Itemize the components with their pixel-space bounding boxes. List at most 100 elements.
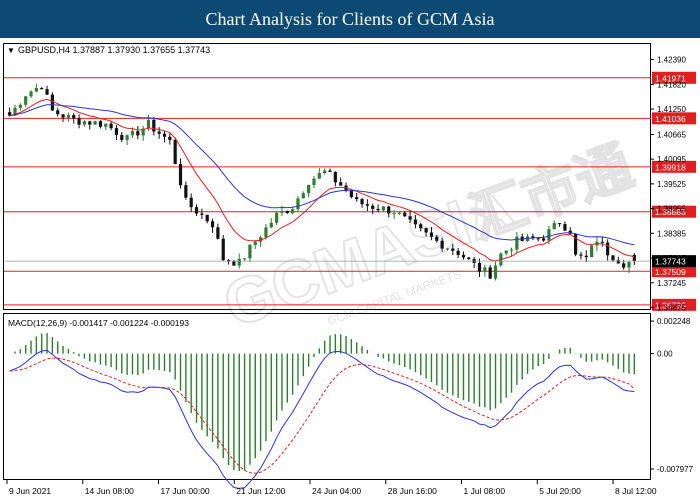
y-tick-label: 1.38955	[657, 205, 686, 214]
candle-body	[504, 250, 508, 254]
candle-body	[606, 242, 610, 256]
candle-body	[72, 115, 76, 119]
x-tick-label: 14 Jun 08:00	[85, 486, 134, 496]
y-tick-label: 1.37245	[657, 279, 686, 288]
candle-body	[413, 219, 418, 225]
symbol-label: GBPUSD,H4 1.37887 1.37930 1.37655 1.3774…	[18, 45, 210, 55]
candle-body	[584, 255, 588, 258]
candle-body	[210, 221, 215, 228]
y-tick-label: 1.40665	[657, 130, 686, 139]
candle-body	[365, 204, 369, 206]
macd-label: MACD(12,26,9) -0.001417 -0.001224 -0.000…	[8, 318, 189, 328]
x-tick-label: 21 Jun 12:00	[236, 486, 285, 496]
candle-body	[82, 121, 87, 125]
candle-body	[312, 178, 316, 185]
candle-body	[627, 262, 631, 268]
candle-body	[424, 228, 428, 233]
current-price-label: 1.37743	[655, 257, 686, 267]
candle-body	[242, 258, 247, 260]
candle-body	[18, 104, 22, 108]
candle-body	[248, 244, 252, 259]
y-tick-label: 1.38385	[657, 229, 686, 238]
candle-body	[333, 171, 337, 183]
candle-body	[189, 197, 193, 208]
candle-body	[194, 207, 199, 214]
candle-body	[29, 91, 33, 97]
candle-body	[56, 110, 60, 115]
candle-body	[371, 205, 375, 209]
candle-body	[125, 135, 129, 140]
x-tick-label: 28 Jun 16:00	[388, 486, 437, 496]
candle-body	[461, 254, 466, 258]
price-chart: GCMASIA 汇市通 GCM CAPITAL MARKETS 1.419711…	[3, 43, 696, 496]
candle-body	[205, 214, 209, 222]
candle-body	[221, 238, 225, 261]
y-tick-label: 1.42390	[657, 56, 686, 65]
y-tick-label: 1.39525	[657, 180, 686, 189]
candle-body	[355, 197, 359, 200]
candle-body	[253, 241, 257, 245]
y-tick-label: 1.36675	[657, 303, 686, 312]
candle-body	[456, 250, 460, 255]
candle-body	[611, 255, 615, 261]
candle-body	[515, 236, 519, 250]
candle-body	[509, 249, 514, 251]
candle-body	[376, 208, 380, 211]
x-tick-label: 9 Jun 2021	[9, 486, 51, 496]
candle-body	[360, 199, 364, 205]
candle-body	[264, 227, 268, 238]
candle-body	[61, 114, 65, 118]
candle-body	[216, 227, 220, 239]
macd-tick-label: 0.00	[657, 350, 673, 359]
candle-body	[622, 263, 626, 268]
candle-body	[162, 133, 167, 137]
candle-body	[232, 261, 236, 266]
level-label: 1.37509	[655, 267, 686, 277]
candle-body	[536, 238, 540, 240]
candle-body	[440, 240, 444, 249]
candle-body	[104, 123, 108, 127]
candle-body	[184, 185, 188, 198]
candle-body	[632, 254, 636, 262]
x-tick-label: 8 Jul 12:00	[615, 486, 657, 496]
candle-body	[66, 115, 70, 118]
candle-body	[392, 213, 396, 215]
candle-body	[200, 213, 204, 215]
time-axis: 9 Jun 2021 14 Jun 08:00 17 Jun 00:00 21 Jun…	[6, 480, 657, 496]
candle-body	[291, 209, 295, 214]
candle-body	[397, 212, 402, 214]
candle-body	[114, 128, 119, 135]
macd-tick-label: -0.007977	[657, 465, 694, 474]
candle-body	[77, 118, 81, 125]
candle-body	[269, 222, 273, 228]
candle-body	[168, 136, 172, 140]
candle-body	[616, 260, 620, 264]
candle-body	[130, 131, 135, 136]
candle-body	[429, 232, 434, 237]
candle-body	[285, 210, 289, 214]
candle-body	[467, 257, 471, 260]
candle-body	[590, 245, 594, 258]
candle-body	[120, 134, 124, 140]
candle-body	[45, 89, 49, 95]
candle-body	[178, 163, 183, 186]
candle-body	[173, 139, 177, 164]
candle-body	[557, 223, 562, 225]
candle-body	[349, 190, 353, 198]
candle-body	[24, 96, 28, 105]
candle-body	[451, 248, 455, 251]
triangle-icon: ▼	[7, 46, 15, 55]
candle-body	[552, 223, 556, 230]
y-tick-label: 1.41250	[657, 105, 686, 114]
candle-body	[563, 224, 567, 231]
macd-tick-label: 0.002248	[657, 317, 691, 326]
candle-body	[280, 210, 284, 213]
candle-body	[275, 212, 279, 223]
candle-body	[152, 119, 156, 132]
candle-body	[419, 224, 423, 229]
candle-body	[493, 265, 498, 279]
candle-body	[301, 193, 305, 199]
candle-body	[50, 94, 54, 111]
candle-body	[488, 267, 492, 279]
candle-body	[157, 131, 161, 134]
